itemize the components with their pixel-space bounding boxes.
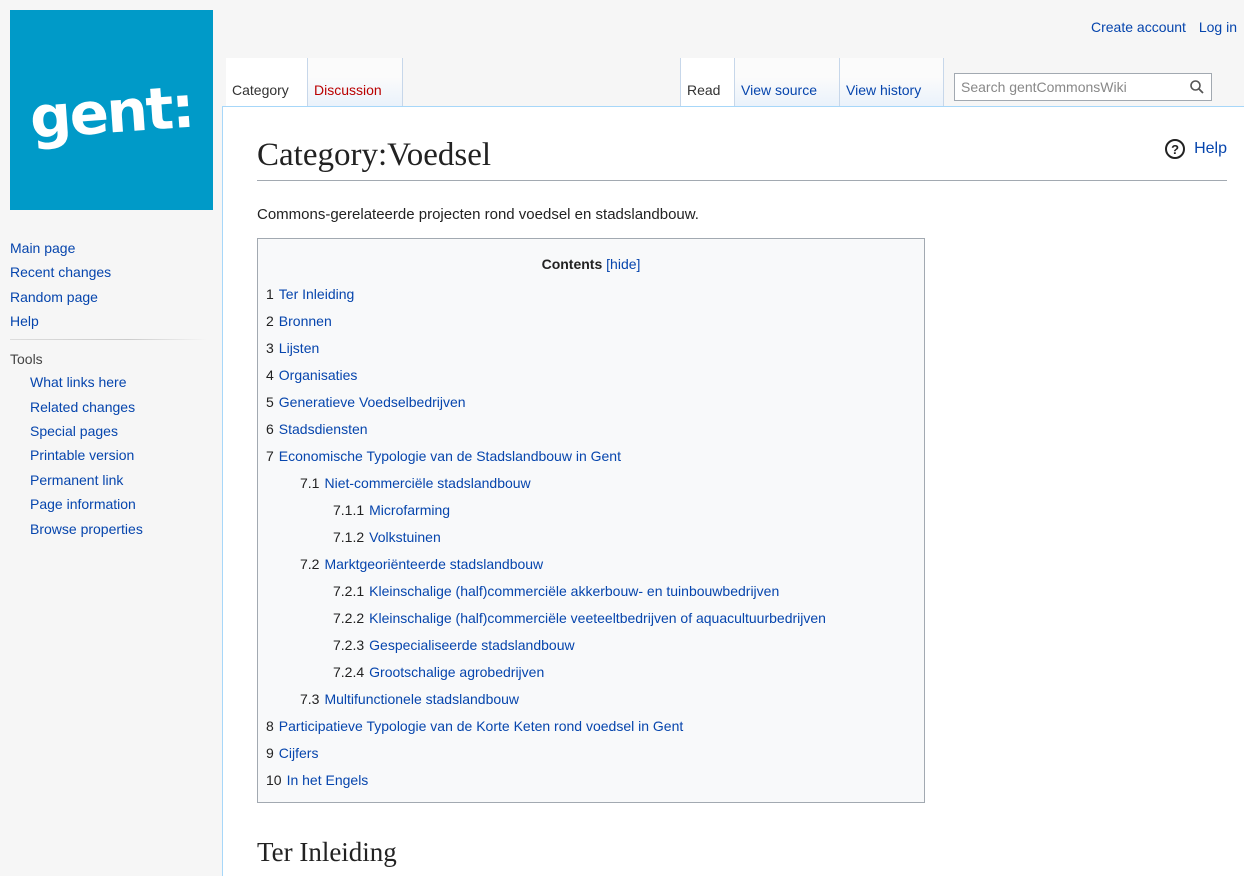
tab-discussion-label: Discussion [314, 82, 382, 98]
tab-read-label: Read [687, 82, 721, 98]
tab-view-source[interactable]: View source [735, 58, 840, 106]
search-icon[interactable] [1189, 79, 1205, 95]
toc-hide-link[interactable]: [hide] [606, 256, 640, 272]
toc-item[interactable]: 7.1 Niet-commerciële stadslandbouw [266, 470, 826, 497]
tab-view-history-label: View history [846, 82, 922, 98]
toc-heading: Contents [541, 256, 603, 272]
sidebar-item-help[interactable]: Help [10, 309, 215, 333]
toc-item[interactable]: 7 Economische Typologie van de Stadslandb… [266, 443, 826, 470]
toc-item[interactable]: 6 Stadsdiensten [266, 416, 826, 443]
logo-text: gent: [27, 72, 196, 152]
content-area: ? Help Category:Voedsel Commons-gerelate… [222, 106, 1244, 876]
search-placeholder: Search gentCommonsWiki [961, 79, 1127, 95]
sidebar-item-browse-properties[interactable]: Browse properties [10, 517, 215, 541]
search-input[interactable]: Search gentCommonsWiki [954, 73, 1212, 101]
sidebar-item-what-links-here[interactable]: What links here [10, 370, 215, 394]
toc-item[interactable]: 3 Lijsten [266, 335, 826, 362]
sidebar-item-main-page[interactable]: Main page [10, 236, 215, 260]
tab-view-source-label: View source [741, 82, 818, 98]
sidebar-item-printable-version[interactable]: Printable version [10, 443, 215, 467]
toc-item[interactable]: 7.2 Marktgeoriënteerde stadslandbouw [266, 551, 826, 578]
create-account-link[interactable]: Create account [1091, 19, 1186, 35]
toc-item[interactable]: 7.3 Multifunctionele stadslandbouw [266, 686, 826, 713]
toc-item[interactable]: 8 Participatieve Typologie van de Korte K… [266, 713, 826, 740]
tab-view-history[interactable]: View history [840, 58, 944, 106]
personal-tools: Create account Log in [1082, 19, 1237, 35]
page-title: Category:Voedsel [257, 137, 1227, 181]
toc-list: 1 Ter Inleiding 2 Bronnen 3 Lijsten 4 Organi… [266, 281, 826, 794]
tab-discussion[interactable]: Discussion [308, 58, 403, 106]
toc-item[interactable]: 1 Ter Inleiding [266, 281, 826, 308]
sidebar-item-special-pages[interactable]: Special pages [10, 419, 215, 443]
toc-item[interactable]: 2 Bronnen [266, 308, 826, 335]
sidebar-item-random-page[interactable]: Random page [10, 285, 215, 309]
sidebar-tools-heading: Tools [10, 351, 43, 368]
table-of-contents: Contents [hide] 1 Ter Inleiding 2 Bronnen … [257, 238, 925, 803]
sidebar-item-permanent-link[interactable]: Permanent link [10, 468, 215, 492]
toc-item[interactable]: 9 Cijfers [266, 740, 826, 767]
section-heading: Ter Inleiding [257, 837, 397, 867]
toc-item[interactable]: 5 Generatieve Voedselbedrijven [266, 389, 826, 416]
sidebar: Main page Recent changes Random page Hel… [10, 236, 215, 541]
sidebar-item-related-changes[interactable]: Related changes [10, 395, 215, 419]
toc-item[interactable]: 4 Organisaties [266, 362, 826, 389]
tab-category-label: Category [232, 82, 289, 98]
toc-item[interactable]: 7.2.1 Kleinschalige (half)commerciële akk… [266, 578, 826, 605]
toc-item[interactable]: 7.1.2 Volkstuinen [266, 524, 826, 551]
toc-item[interactable]: 7.2.4 Grootschalige agrobedrijven [266, 659, 826, 686]
toc-item[interactable]: 7.2.3 Gespecialiseerde stadslandbouw [266, 632, 826, 659]
sidebar-divider [10, 339, 207, 341]
toc-header: Contents [hide] [258, 256, 924, 272]
toc-item[interactable]: 7.1.1 Microfarming [266, 497, 826, 524]
log-in-link[interactable]: Log in [1199, 19, 1237, 35]
toc-item[interactable]: 10 In het Engels [266, 767, 826, 794]
sidebar-item-recent-changes[interactable]: Recent changes [10, 260, 215, 284]
sidebar-item-page-information[interactable]: Page information [10, 492, 215, 516]
tab-category[interactable]: Category [226, 58, 308, 106]
page-intro: Commons-gerelateerde projecten rond voed… [257, 206, 699, 223]
toc-item[interactable]: 7.2.2 Kleinschalige (half)commerciële vee… [266, 605, 826, 632]
tab-read[interactable]: Read [680, 58, 735, 106]
site-logo[interactable]: gent: [10, 10, 213, 210]
